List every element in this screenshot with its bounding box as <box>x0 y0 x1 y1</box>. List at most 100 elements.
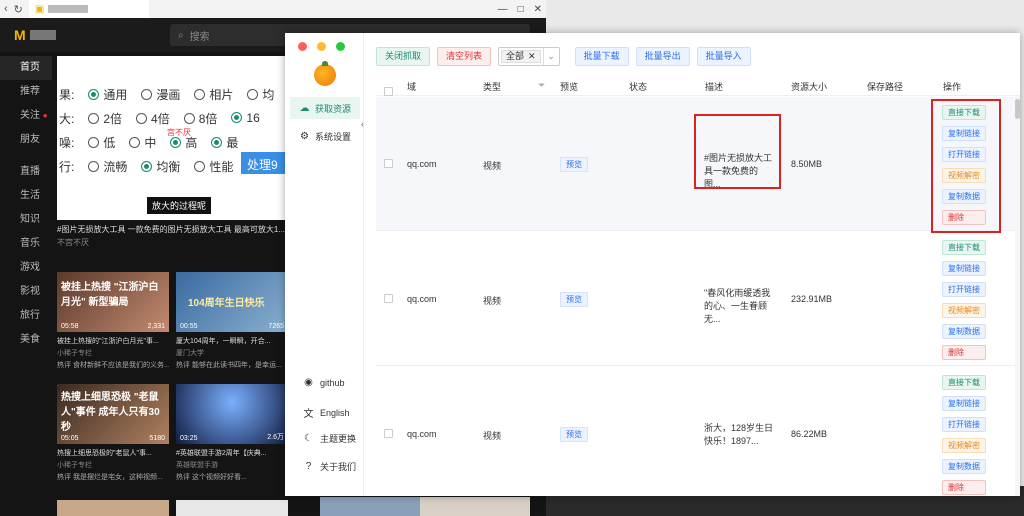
radio-option[interactable]: 8倍 <box>183 110 217 127</box>
process-button[interactable]: 处理9 <box>241 152 287 174</box>
close-icon[interactable]: ✕ <box>534 4 542 15</box>
site-nav-item[interactable]: 首页 <box>0 56 52 80</box>
featured-author[interactable]: 不宫不厌 <box>57 237 89 248</box>
featured-video[interactable]: 果: 通用 漫画 相片 均 大: 2倍 4倍 8倍 16 噪: 低 中 高 最 … <box>57 56 287 220</box>
video-card-author[interactable]: 小稀子专栏 <box>57 460 92 470</box>
table-row[interactable]: qq.com 视频 预览 "春风化雨缓透我的心、一生眷顾无... 232.91M… <box>376 232 1020 366</box>
radio-option[interactable]: 流畅 <box>88 158 127 175</box>
radio-option[interactable]: 2倍 <box>88 110 122 127</box>
table-scrollbar[interactable] <box>1015 96 1020 496</box>
sidebar-item-about[interactable]: ? 关于我们 <box>303 460 356 473</box>
site-nav-item[interactable]: 知识 <box>0 208 52 232</box>
delete-button[interactable]: 删除 <box>942 345 986 360</box>
batch-export-button[interactable]: 批量导出 <box>635 47 690 66</box>
radio-option[interactable]: 均 <box>247 86 274 103</box>
minimize-icon[interactable]: — <box>498 4 508 15</box>
open-link-button[interactable]: 打开链接 <box>942 417 986 432</box>
site-logo-text <box>29 30 56 40</box>
row-checkbox[interactable] <box>384 159 393 170</box>
table-scrollbar-thumb[interactable] <box>1015 99 1020 119</box>
sidebar-item-github[interactable]: ◉ github <box>303 377 344 388</box>
video-card-thumbnail[interactable]: 104周年生日快乐 00:55 7265 <box>176 272 288 332</box>
direct-download-button[interactable]: 直接下载 <box>942 375 986 390</box>
video-card-title[interactable]: 被挂上热搜的"江浙沪白月光"事... <box>57 336 169 346</box>
col-actions: 操作 <box>943 82 962 92</box>
close-dot-icon[interactable] <box>298 42 307 51</box>
radio-option[interactable]: 相片 <box>194 86 233 103</box>
video-card-thumbnail[interactable] <box>420 497 530 516</box>
batch-download-button[interactable]: 批量下载 <box>574 47 629 66</box>
direct-download-button[interactable]: 直接下载 <box>942 240 986 255</box>
preview-button[interactable]: 预览 <box>560 427 588 442</box>
question-icon: ? <box>305 461 312 472</box>
site-logo[interactable]: M <box>14 27 26 43</box>
video-card-thumbnail[interactable] <box>176 500 288 516</box>
site-nav-item[interactable]: 朋友 <box>0 128 52 152</box>
radio-option[interactable]: 均衡 <box>141 158 180 175</box>
table-row[interactable]: qq.com 视频 预览 #图片无损放大工具一款免费的图... 8.50MB 直… <box>376 97 1020 233</box>
video-card-author[interactable]: 英雄联盟手游 <box>176 460 218 470</box>
sidebar-item-theme[interactable]: ☾ 主题更换 <box>303 432 356 445</box>
radio-option[interactable]: 最 <box>211 134 238 151</box>
site-nav-item[interactable]: 推荐 <box>0 80 52 104</box>
site-nav-item[interactable]: 关注 ● <box>0 104 52 128</box>
video-card-comment: 热评 我是摆烂是宅女，这种视频... <box>57 474 163 481</box>
copy-data-button[interactable]: 复制数据 <box>942 324 986 339</box>
sidebar-item-get-resources[interactable]: ☁ 获取资源 <box>290 97 360 119</box>
maximize-dot-icon[interactable] <box>336 42 345 51</box>
video-decrypt-button[interactable]: 视频解密 <box>942 438 986 453</box>
clear-list-button[interactable]: 清空列表 <box>437 47 492 66</box>
video-card-title[interactable]: 厦大104周年，一瞬瞬，开合... <box>176 336 288 346</box>
sidebar-item-language[interactable]: 文 English <box>303 405 350 421</box>
collapse-chevron-icon[interactable]: ‹ <box>361 119 364 129</box>
video-decrypt-button[interactable]: 视频解密 <box>942 303 986 318</box>
table-row[interactable]: qq.com 视频 预览 浙大，128岁生日快乐！1897... 86.22MB… <box>376 367 1020 496</box>
video-card-author[interactable]: 小稀子专栏 <box>57 348 92 358</box>
batch-import-button[interactable]: 批量导入 <box>696 47 751 66</box>
radio-option[interactable]: 通用 <box>88 86 127 103</box>
minimize-dot-icon[interactable] <box>317 42 326 51</box>
type-filter-select[interactable]: 全部 ✕ ⌄ <box>498 47 560 66</box>
video-card-title[interactable]: #英雄联盟手游2周年【庆典... <box>176 448 288 458</box>
back-icon[interactable]: ‹ <box>4 3 8 15</box>
maximize-icon[interactable]: □ <box>518 4 524 15</box>
radio-option[interactable]: 16 <box>231 111 260 125</box>
video-card-thumbnail[interactable]: 03:25 2.6万 <box>176 384 288 444</box>
open-link-button[interactable]: 打开链接 <box>942 282 986 297</box>
close-capture-button[interactable]: 关闭抓取 <box>376 47 431 66</box>
video-card-thumbnail[interactable]: 被挂上热搜 "江浙沪白月光" 新型骗局 05:58 2,331 <box>57 272 169 332</box>
site-nav-item[interactable]: 生活 <box>0 184 52 208</box>
site-nav-item[interactable]: 直播 <box>0 160 52 184</box>
radio-option[interactable]: 性能 <box>194 158 233 175</box>
reload-icon[interactable]: ↻ <box>14 3 23 16</box>
sidebar-item-settings[interactable]: ⚙ 系统设置 <box>290 125 360 147</box>
video-card-thumbnail[interactable]: 热搜上细思恐极 "老鼠人"事件 成年人只有30秒 05:05 5180 <box>57 384 169 444</box>
video-card-author[interactable]: 厦门大学 <box>176 348 204 358</box>
video-card-title[interactable]: 热搜上细思恐极的"老鼠人"事... <box>57 448 169 458</box>
radio-option[interactable]: 中 <box>129 134 156 151</box>
radio-option[interactable]: 4倍 <box>136 110 170 127</box>
browser-tab[interactable]: ▣ <box>28 0 149 18</box>
site-nav-item[interactable]: 影视 <box>0 280 52 304</box>
row-checkbox[interactable] <box>384 294 393 305</box>
radio-option[interactable]: 漫画 <box>141 86 180 103</box>
preview-button[interactable]: 预览 <box>560 157 588 172</box>
featured-title[interactable]: #图片无损放大工具 一款免费的图片无损放大工具 最高可放大1... <box>57 224 287 235</box>
copy-link-button[interactable]: 复制链接 <box>942 396 986 411</box>
site-nav-item[interactable]: 游戏 <box>0 256 52 280</box>
tag-close-icon[interactable]: ✕ <box>528 51 536 62</box>
preview-button[interactable]: 预览 <box>560 292 588 307</box>
site-nav-item[interactable]: 美食 <box>0 328 52 352</box>
copy-data-button[interactable]: 复制数据 <box>942 459 986 474</box>
delete-button[interactable]: 删除 <box>942 480 986 495</box>
filter-funnel-icon[interactable]: ⏷ <box>538 80 545 91</box>
site-nav-item[interactable]: 旅行 <box>0 304 52 328</box>
row-checkbox[interactable] <box>384 429 393 440</box>
window-controls: — □ ✕ <box>498 4 542 15</box>
video-card-thumbnail[interactable] <box>57 500 169 516</box>
copy-link-button[interactable]: 复制链接 <box>942 261 986 276</box>
site-nav-item[interactable]: 音乐 <box>0 232 52 256</box>
radio-option[interactable]: 低 <box>88 134 115 151</box>
chevron-down-icon[interactable]: ⌄ <box>542 48 559 65</box>
video-caption: 放大的过程呢 <box>147 197 212 214</box>
